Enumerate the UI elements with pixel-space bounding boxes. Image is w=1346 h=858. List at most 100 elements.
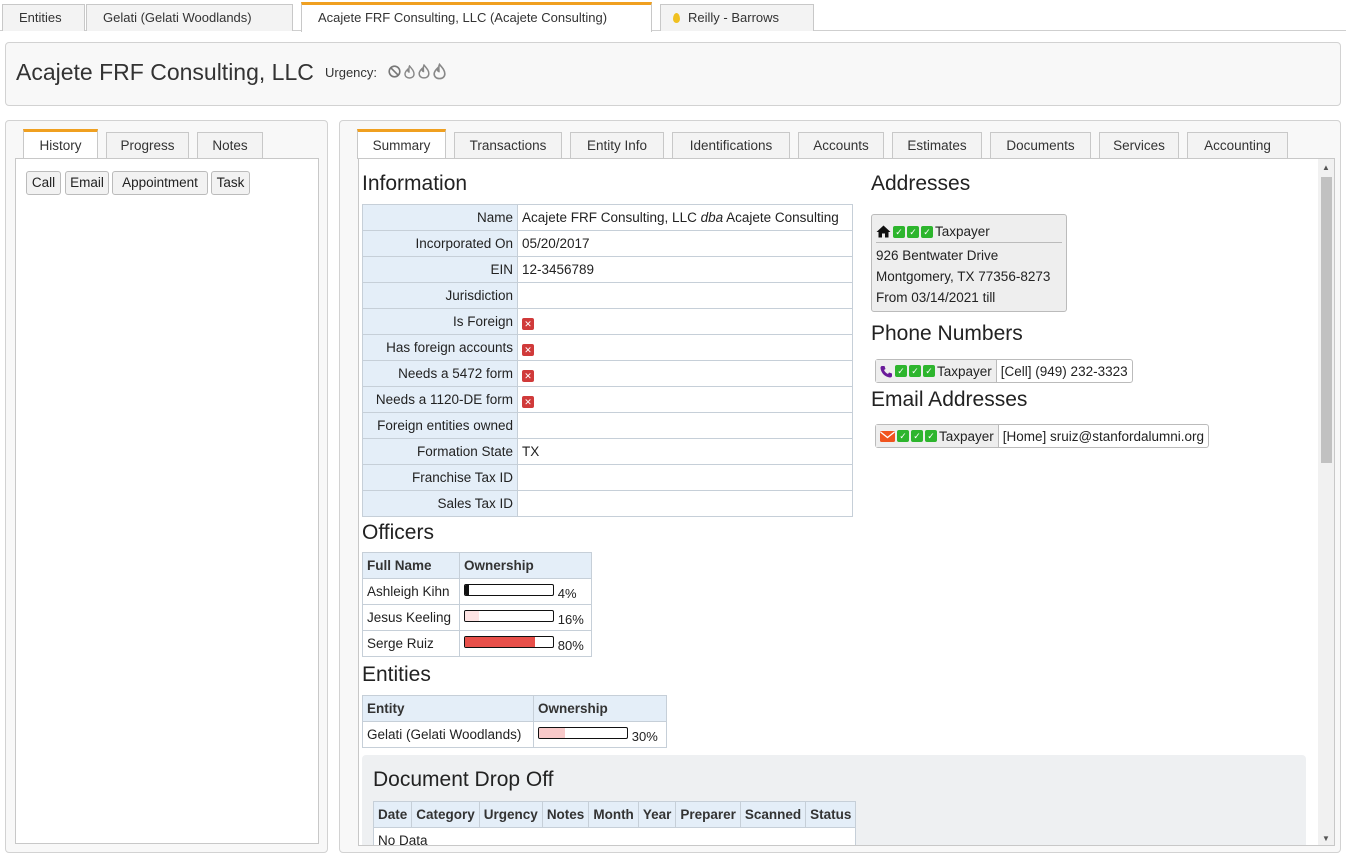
cross-icon: ✕	[522, 343, 534, 356]
column-header[interactable]: Date	[372, 801, 413, 828]
urgency-selector[interactable]	[388, 63, 446, 80]
name-value: Acajete FRF Consulting, LLC dba Acajete …	[517, 204, 853, 231]
ownership-cell: 30%	[533, 721, 667, 748]
email-heading: Email Addresses	[871, 388, 1028, 411]
phone-entry[interactable]: ✓ ✓ ✓ Taxpayer [Cell] (949) 232-3323	[875, 359, 1133, 383]
entity-detail-panel: Summary Transactions Entity Info Identif…	[339, 120, 1341, 853]
tab-services[interactable]: Services	[1099, 132, 1179, 159]
tab-identifications[interactable]: Identifications	[672, 132, 790, 159]
ownership-percent: 16%	[557, 612, 584, 627]
flame-icon[interactable]	[418, 64, 430, 79]
scrollbar-thumb[interactable]	[1321, 177, 1332, 463]
vertical-scrollbar[interactable]: ▲ ▼	[1318, 159, 1334, 845]
phone-heading: Phone Numbers	[871, 322, 1023, 345]
ownership-fill	[465, 637, 536, 647]
document-drop-off: Document Drop Off Date Category Urgency …	[362, 755, 1306, 845]
entity-name[interactable]: Gelati (Gelati Woodlands)	[362, 721, 534, 748]
summary-pane: Information Name Acajete FRF Consulting, …	[358, 158, 1335, 846]
ban-icon[interactable]	[388, 65, 401, 78]
ownership-percent: 30%	[631, 729, 658, 744]
column-header[interactable]: Year	[637, 801, 677, 828]
field-label: Has foreign accounts	[362, 334, 518, 361]
table-header-row: Full Name Ownership	[362, 552, 592, 579]
appointment-button[interactable]: Appointment	[112, 171, 208, 195]
tab-history[interactable]: History	[23, 129, 98, 159]
top-tab-label: Acajete FRF Consulting, LLC (Acajete Con…	[318, 10, 608, 25]
field-label: Formation State	[362, 438, 518, 465]
trade-name: Acajete Consulting	[726, 210, 839, 225]
ownership-fill	[465, 585, 469, 595]
column-header[interactable]: Scanned	[739, 801, 807, 828]
field-label: Foreign entities owned	[362, 412, 518, 439]
officers-heading: Officers	[362, 521, 434, 544]
tab-estimates[interactable]: Estimates	[892, 132, 982, 159]
flame-icon[interactable]	[433, 63, 446, 80]
ownership-bar	[538, 727, 628, 739]
officer-name: Serge Ruiz	[362, 630, 460, 657]
tab-summary[interactable]: Summary	[357, 129, 446, 159]
address-card[interactable]: ✓ ✓ ✓ Taxpayer 926 Bentwater Drive Montgom…	[871, 214, 1067, 312]
column-header[interactable]: Status	[805, 801, 857, 828]
tab-entity-info[interactable]: Entity Info	[570, 132, 664, 159]
ownership-bar	[464, 636, 554, 648]
top-tab-acajete[interactable]: Acajete FRF Consulting, LLC (Acajete Con…	[301, 2, 652, 32]
tab-label: History	[39, 138, 82, 153]
column-header[interactable]: Preparer	[675, 801, 741, 828]
field-value	[517, 282, 853, 309]
phone-type: Taxpayer	[937, 363, 992, 379]
table-row: Incorporated On 05/20/2017	[362, 230, 853, 257]
email-button[interactable]: Email	[65, 171, 109, 195]
email-address: [Home] sruiz@stanfordalumni.org	[1002, 428, 1205, 444]
top-tab-label: Entities	[19, 10, 62, 25]
tab-label: Services	[1113, 138, 1165, 153]
call-button[interactable]: Call	[26, 171, 61, 195]
column-header[interactable]: Notes	[541, 801, 590, 828]
top-tab-label: Reilly - Barrows	[688, 10, 780, 25]
cross-icon: ✕	[522, 369, 534, 382]
field-value: 12-3456789	[517, 256, 853, 283]
drop-off-heading: Document Drop Off	[373, 768, 554, 791]
tab-accounting[interactable]: Accounting	[1187, 132, 1288, 159]
scroll-down-icon[interactable]: ▼	[1322, 834, 1330, 843]
flame-icon[interactable]	[404, 64, 415, 79]
table-row: Serge Ruiz 80%	[362, 630, 592, 657]
column-header[interactable]: Month	[588, 801, 639, 828]
tab-documents[interactable]: Documents	[990, 132, 1091, 159]
ownership-bar	[464, 610, 554, 622]
address-line: From 03/14/2021 till	[876, 290, 996, 305]
table-row: Name Acajete FRF Consulting, LLC dba Acaj…	[362, 204, 853, 231]
column-header[interactable]: Urgency	[478, 801, 543, 828]
officers-table: Full Name Ownership Ashleigh Kihn 4% Jesu…	[362, 552, 592, 657]
ownership-fill	[465, 611, 480, 621]
tab-notes[interactable]: Notes	[197, 132, 263, 159]
tab-accounts[interactable]: Accounts	[798, 132, 884, 159]
task-button[interactable]: Task	[211, 171, 250, 195]
field-label: Name	[362, 204, 518, 231]
field-value: ✕	[517, 360, 853, 387]
tab-progress[interactable]: Progress	[106, 132, 189, 159]
ownership-percent: 80%	[557, 638, 584, 653]
phone-tags: ✓ ✓ ✓ Taxpayer	[876, 360, 997, 382]
phone-number: [Cell] (949) 232-3323	[1000, 363, 1128, 379]
column-header: Full Name	[362, 552, 460, 579]
table-row: Ashleigh Kihn 4%	[362, 578, 592, 605]
check-icon: ✓	[897, 430, 909, 442]
top-tab-reilly[interactable]: Reilly - Barrows	[660, 4, 814, 31]
column-header[interactable]: Category	[411, 801, 480, 828]
scroll-up-icon[interactable]: ▲	[1322, 163, 1330, 172]
ownership-percent: 4%	[557, 586, 577, 601]
dba-marker: dba	[700, 210, 724, 225]
email-entry[interactable]: ✓ ✓ ✓ Taxpayer [Home] sruiz@stanfordalumni…	[875, 424, 1210, 448]
table-row: Has foreign accounts ✕	[362, 334, 853, 361]
tab-label: Accounts	[813, 138, 869, 153]
check-icon: ✓	[923, 365, 935, 377]
top-tab-entities[interactable]: Entities	[2, 4, 85, 31]
page-title: Acajete FRF Consulting, LLC	[16, 59, 314, 85]
entities-table: Entity Ownership Gelati (Gelati Woodlands…	[362, 695, 667, 748]
tab-transactions[interactable]: Transactions	[454, 132, 562, 159]
activity-panel: History Progress Notes Call Email Appoin…	[5, 120, 328, 853]
ownership-cell: 80%	[459, 630, 592, 657]
field-label: Sales Tax ID	[362, 490, 518, 517]
table-header-row: Date Category Urgency Notes Month Year P…	[372, 801, 857, 828]
top-tab-gelati[interactable]: Gelati (Gelati Woodlands)	[86, 4, 293, 31]
